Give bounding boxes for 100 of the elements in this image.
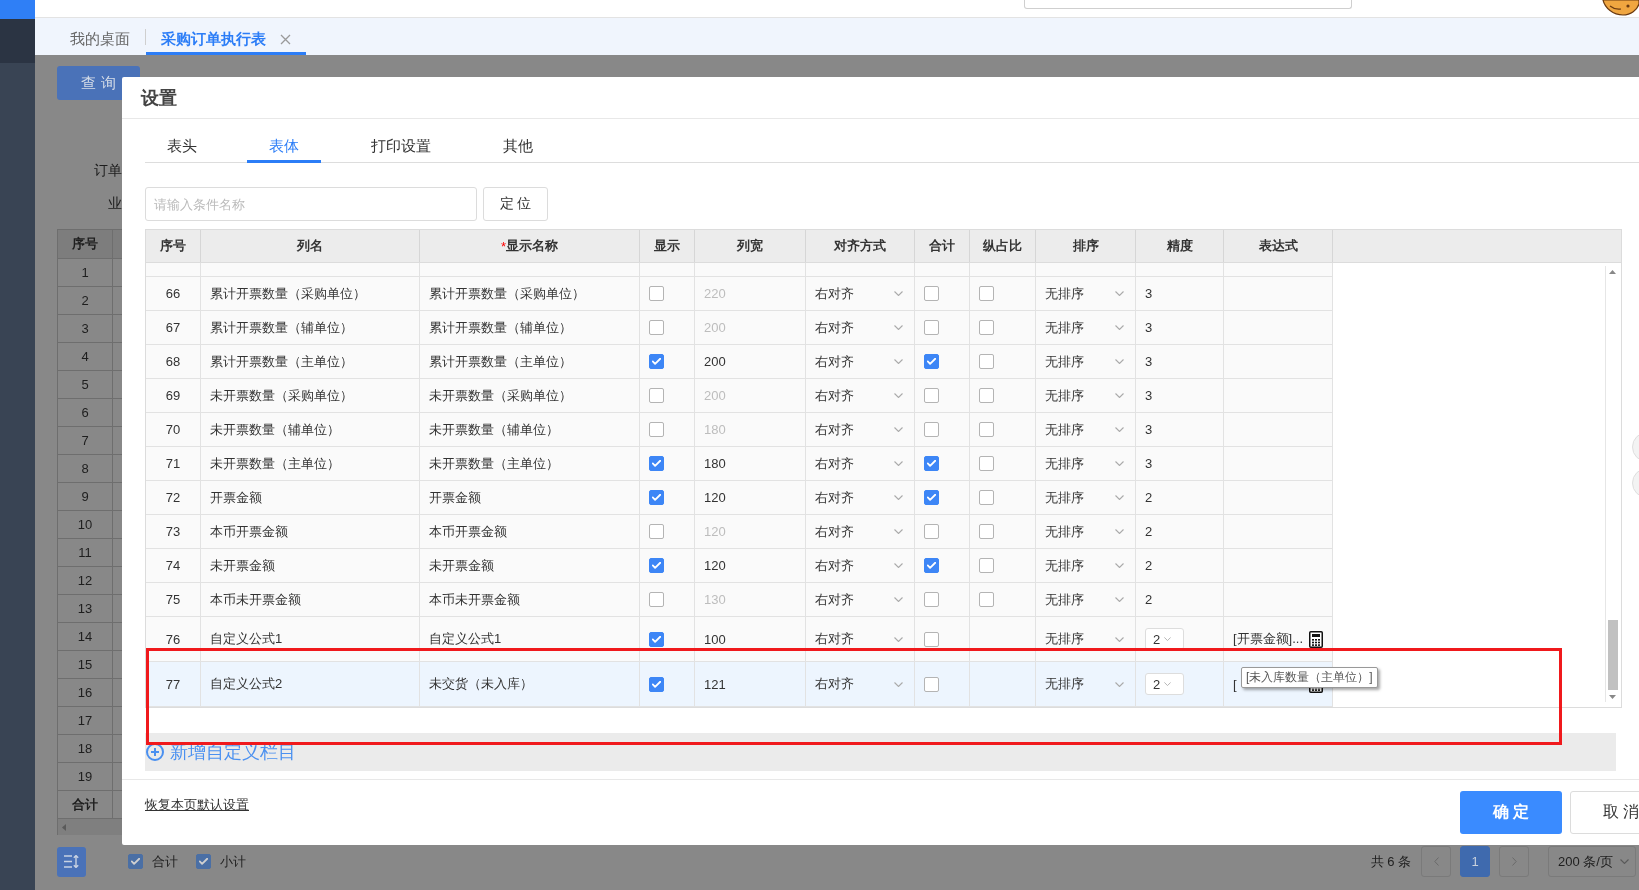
calculator-icon[interactable] [1309, 630, 1323, 648]
floating-button[interactable] [1632, 468, 1639, 498]
checkbox[interactable] [649, 354, 664, 369]
checkbox[interactable] [649, 286, 664, 301]
checkbox[interactable] [979, 354, 994, 369]
checkbox[interactable] [924, 286, 939, 301]
align-select[interactable]: 右对齐 [815, 522, 903, 541]
arrow-up-icon[interactable] [1609, 270, 1616, 274]
sort-select[interactable]: 无排序 [1045, 630, 1124, 648]
checkbox[interactable] [649, 490, 664, 505]
checkbox[interactable] [924, 592, 939, 607]
checkbox[interactable] [924, 524, 939, 539]
table-row[interactable]: 75 本币未开票金额 本币未开票金额 130 右对齐 无排序 2 [146, 583, 1333, 617]
checkbox[interactable] [649, 388, 664, 403]
sort-select[interactable]: 无排序 [1045, 284, 1124, 303]
table-row[interactable]: 72 开票金额 开票金额 120 右对齐 无排序 2 [146, 481, 1333, 515]
checkbox[interactable] [649, 558, 664, 573]
checkbox[interactable] [924, 631, 939, 647]
vertical-scrollbar[interactable] [1605, 266, 1619, 702]
page-tab[interactable]: 我的桌面 [55, 18, 145, 55]
table-row[interactable]: 71 未开票数量（主单位） 未开票数量（主单位） 180 右对齐 无排序 3 [146, 447, 1333, 481]
dialog-tab[interactable]: 其他 [481, 119, 555, 163]
sort-select[interactable]: 无排序 [1045, 420, 1124, 439]
checkbox[interactable] [924, 676, 939, 692]
checkbox[interactable] [649, 631, 664, 647]
checkbox[interactable] [128, 854, 143, 869]
checkbox[interactable] [924, 490, 939, 505]
checkbox[interactable] [924, 320, 939, 335]
checkbox[interactable] [979, 320, 994, 335]
scrollbar-thumb[interactable] [1607, 620, 1618, 690]
cancel-button[interactable]: 取 消 [1570, 791, 1639, 834]
sort-select[interactable]: 无排序 [1045, 386, 1124, 405]
sort-select[interactable]: 无排序 [1045, 522, 1124, 541]
table-row[interactable]: 76 自定义公式1 自定义公式1 100 右对齐 无排序 2 [开票金额]... [146, 617, 1333, 662]
checkbox[interactable] [196, 854, 211, 869]
arrow-down-icon[interactable] [1609, 695, 1616, 699]
sort-select[interactable]: 无排序 [1045, 488, 1124, 507]
checkbox[interactable] [979, 286, 994, 301]
align-select[interactable]: 右对齐 [815, 284, 903, 303]
checkbox[interactable] [649, 456, 664, 471]
checkbox[interactable] [924, 388, 939, 403]
checkbox[interactable] [924, 422, 939, 437]
search-field[interactable] [1024, 0, 1352, 9]
chevron-down-icon [1115, 291, 1124, 296]
table-row[interactable]: 69 未开票数量（采购单位） 未开票数量（采购单位） 200 右对齐 无排序 3 [146, 379, 1333, 413]
sort-select[interactable]: 无排序 [1045, 318, 1124, 337]
floating-button[interactable] [1632, 432, 1639, 462]
sort-select[interactable]: 无排序 [1045, 352, 1124, 371]
checkbox[interactable] [979, 388, 994, 403]
checkbox[interactable] [924, 354, 939, 369]
table-row[interactable]: 74 未开票金额 未开票金额 120 右对齐 无排序 2 [146, 549, 1333, 583]
align-select[interactable]: 右对齐 [815, 590, 903, 609]
align-select[interactable]: 右对齐 [815, 556, 903, 575]
align-select[interactable]: 右对齐 [815, 630, 903, 648]
arrow-left-icon[interactable] [62, 823, 66, 831]
table-row[interactable]: 68 累计开票数量（主单位） 累计开票数量（主单位） 200 右对齐 无排序 3 [146, 345, 1333, 379]
table-row[interactable]: 73 本币开票金额 本币开票金额 120 右对齐 无排序 2 [146, 515, 1333, 549]
table-row[interactable]: 67 累计开票数量（辅单位） 累计开票数量（辅单位） 200 右对齐 无排序 3 [146, 311, 1333, 345]
search-input[interactable]: 请输入条件名称 [145, 187, 477, 221]
align-select[interactable]: 右对齐 [815, 675, 903, 693]
align-select[interactable]: 右对齐 [815, 488, 903, 507]
checkbox[interactable] [979, 490, 994, 505]
checkbox[interactable] [649, 422, 664, 437]
cartoon-mascot-icon[interactable] [1601, 0, 1639, 16]
dialog-tab[interactable]: 表头 [145, 119, 219, 163]
table-row[interactable]: 70 未开票数量（辅单位） 未开票数量（辅单位） 180 右对齐 无排序 3 [146, 413, 1333, 447]
align-select[interactable]: 右对齐 [815, 352, 903, 371]
checkbox[interactable] [924, 456, 939, 471]
page-button[interactable]: 1 [1460, 846, 1490, 877]
align-select[interactable]: 右对齐 [815, 454, 903, 473]
checkbox[interactable] [979, 422, 994, 437]
sort-select[interactable]: 无排序 [1045, 675, 1124, 693]
checkbox[interactable] [979, 558, 994, 573]
page-size-select[interactable]: 200 条/页 [1548, 846, 1636, 877]
checkbox[interactable] [924, 558, 939, 573]
align-select[interactable]: 右对齐 [815, 420, 903, 439]
align-select[interactable]: 右对齐 [815, 386, 903, 405]
checkbox[interactable] [649, 320, 664, 335]
precision-select[interactable]: 2 [1145, 673, 1184, 695]
table-row[interactable]: 66 累计开票数量（采购单位） 累计开票数量（采购单位） 220 右对齐 无排序 3 [146, 277, 1333, 311]
checkbox[interactable] [649, 592, 664, 607]
precision-select[interactable]: 2 [1145, 628, 1184, 650]
sort-select[interactable]: 无排序 [1045, 556, 1124, 575]
sort-select[interactable]: 无排序 [1045, 454, 1124, 473]
dialog-tab[interactable]: 打印设置 [349, 119, 453, 163]
locate-button[interactable]: 定 位 [483, 187, 548, 221]
sort-select[interactable]: 无排序 [1045, 590, 1124, 609]
checkbox[interactable] [649, 676, 664, 692]
dialog-tab[interactable]: 表体 [247, 119, 321, 163]
checkbox[interactable] [649, 524, 664, 539]
previous-page-button[interactable] [1421, 846, 1451, 877]
horizontal-scrollbar[interactable] [58, 819, 123, 835]
sort-button[interactable] [57, 846, 86, 877]
restore-defaults-link[interactable]: 恢复本页默认设置 [145, 795, 249, 815]
align-select[interactable]: 右对齐 [815, 318, 903, 337]
checkbox[interactable] [979, 524, 994, 539]
checkbox[interactable] [979, 592, 994, 607]
checkbox[interactable] [979, 456, 994, 471]
close-icon[interactable] [280, 33, 291, 45]
next-page-button[interactable] [1499, 846, 1529, 877]
